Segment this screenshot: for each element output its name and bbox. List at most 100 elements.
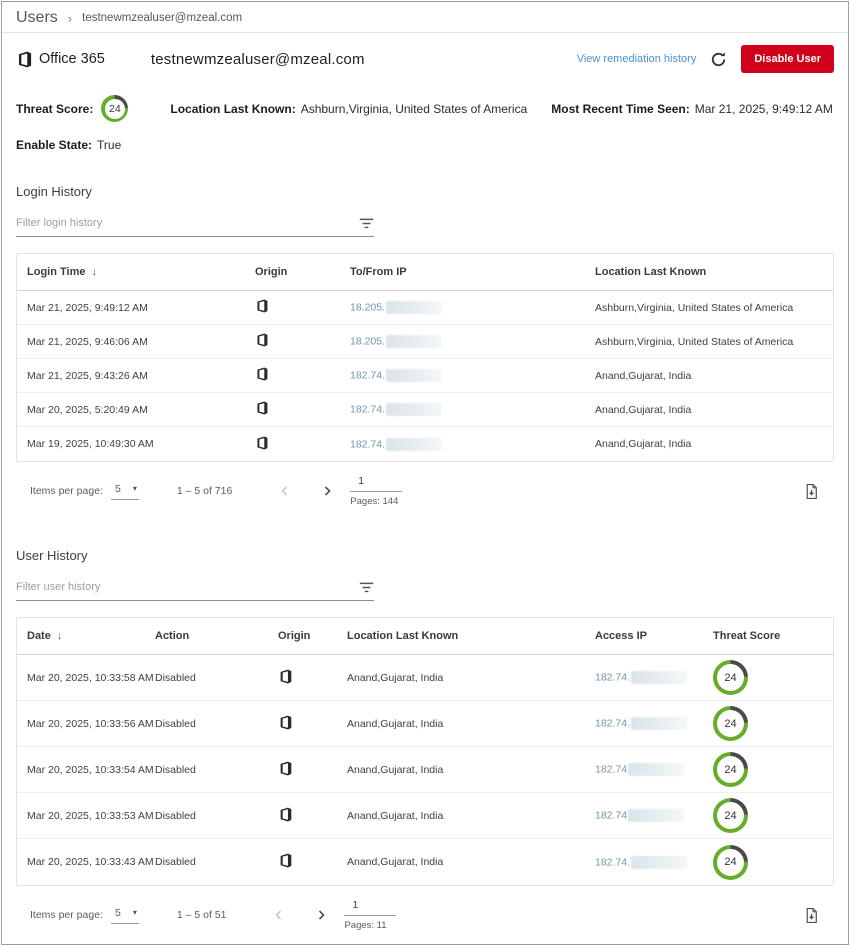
refresh-button[interactable] [710, 51, 727, 68]
export-button[interactable] [803, 483, 820, 500]
login-time: Mar 20, 2025, 5:20:49 AM [17, 404, 255, 416]
user-history-table: Date ↓ Action Origin Location Last Known… [16, 617, 834, 886]
ip-link[interactable]: 18.205. [350, 335, 385, 347]
pagination-range: 1 – 5 of 51 [177, 909, 227, 921]
breadcrumb-users-link[interactable]: Users [16, 9, 58, 27]
user-history-row: Mar 20, 2025, 10:33:43 AM Disabled Anand… [17, 839, 833, 885]
ip-link[interactable]: 182.74 [595, 763, 627, 775]
threat-score-ring: 24 [713, 660, 748, 695]
threat-score-label: Threat Score: [16, 102, 93, 116]
items-per-page-select[interactable]: 5 ▾ [111, 483, 139, 500]
event-date: Mar 20, 2025, 10:33:58 AM [17, 672, 155, 684]
enable-state-group: Enable State: True [16, 138, 834, 152]
login-time: Mar 21, 2025, 9:49:12 AM [17, 302, 255, 314]
filter-icon[interactable] [359, 218, 374, 229]
event-location: Anand,Gujarat, India [347, 810, 595, 822]
ip-link[interactable]: 182.74. [350, 403, 385, 415]
ip-link[interactable]: 182.74. [350, 438, 385, 450]
items-per-page-select[interactable]: 5 ▾ [111, 907, 139, 924]
threat-score-value: 24 [717, 664, 744, 691]
next-page-button[interactable] [312, 906, 330, 924]
office365-icon [255, 299, 269, 313]
col-login-time[interactable]: Login Time [27, 266, 85, 278]
ip-link[interactable]: 182.74. [595, 856, 630, 868]
login-location: Anand,Gujarat, India [595, 370, 833, 382]
col-threat-score: Threat Score [713, 630, 833, 642]
office365-icon [278, 715, 293, 730]
login-history-header-row: Login Time ↓ Origin To/From IP Location … [17, 254, 833, 291]
redacted-ip [628, 763, 684, 776]
ip-link[interactable]: 182.74. [595, 671, 630, 683]
col-action: Action [155, 630, 278, 642]
export-file-icon [803, 483, 820, 500]
event-date: Mar 20, 2025, 10:33:54 AM [17, 764, 155, 776]
event-location: Anand,Gujarat, India [347, 764, 595, 776]
col-access-ip: Access IP [595, 630, 713, 642]
login-row: Mar 20, 2025, 5:20:49 AM 182.74. Anand,G… [17, 393, 833, 427]
login-location: Anand,Gujarat, India [595, 404, 833, 416]
items-per-page-value: 5 [115, 483, 121, 495]
user-history-row: Mar 20, 2025, 10:33:56 AM Disabled Anand… [17, 701, 833, 747]
ip-link[interactable]: 182.74. [350, 369, 385, 381]
pages-count: Pages: 11 [344, 920, 396, 931]
office365-icon [255, 401, 269, 415]
ip-link[interactable]: 18.205. [350, 301, 385, 313]
login-history-title: Login History [16, 184, 834, 199]
login-time: Mar 19, 2025, 10:49:30 AM [17, 438, 255, 450]
user-history-filter-input[interactable] [16, 581, 359, 593]
export-button[interactable] [803, 907, 820, 924]
office365-icon [278, 807, 293, 822]
user-history-title: User History [16, 548, 834, 563]
user-history-row: Mar 20, 2025, 10:33:58 AM Disabled Anand… [17, 655, 833, 701]
login-row: Mar 21, 2025, 9:43:26 AM 182.74. Anand,G… [17, 359, 833, 393]
threat-score-value: 24 [717, 710, 744, 737]
col-to-from-ip: To/From IP [350, 266, 595, 278]
current-page-input[interactable]: 1 [344, 899, 396, 916]
login-row: Mar 21, 2025, 9:49:12 AM 18.205. Ashburn… [17, 291, 833, 325]
redacted-ip [631, 717, 687, 730]
col-origin: Origin [255, 266, 350, 278]
threat-score-value: 24 [717, 756, 744, 783]
disable-user-button[interactable]: Disable User [741, 45, 834, 73]
prev-page-button[interactable] [270, 906, 288, 924]
event-action: Disabled [155, 718, 278, 730]
location-group: Location Last Known: Ashburn,Virginia, U… [170, 102, 527, 116]
login-history-filter-input[interactable] [16, 217, 359, 229]
col-date[interactable]: Date [27, 630, 51, 642]
event-location: Anand,Gujarat, India [347, 856, 595, 868]
col-location-last-known: Location Last Known [347, 630, 595, 642]
redacted-ip [386, 335, 442, 348]
prev-page-button[interactable] [276, 482, 294, 500]
chevron-left-icon [272, 908, 286, 922]
platform-badge: Office 365 [16, 51, 105, 68]
user-history-row: Mar 20, 2025, 10:33:54 AM Disabled Anand… [17, 747, 833, 793]
sort-desc-icon[interactable]: ↓ [91, 266, 97, 278]
login-row: Mar 19, 2025, 10:49:30 AM 182.74. Anand,… [17, 427, 833, 461]
event-action: Disabled [155, 672, 278, 684]
threat-score-ring: 24 [101, 95, 128, 122]
login-location: Anand,Gujarat, India [595, 438, 833, 450]
office365-icon [255, 436, 269, 450]
redacted-ip [386, 438, 442, 451]
office365-icon [278, 853, 293, 868]
view-remediation-history-link[interactable]: View remediation history [577, 53, 697, 65]
chevron-right-icon [314, 908, 328, 922]
items-per-page-value: 5 [115, 907, 121, 919]
recent-time-label: Most Recent Time Seen: [551, 102, 689, 116]
page-title-email: testnewmzealuser@mzeal.com [151, 51, 365, 68]
chevron-left-icon [278, 484, 292, 498]
location-value: Ashburn,Virginia, United States of Ameri… [301, 102, 528, 116]
event-action: Disabled [155, 810, 278, 822]
chevron-down-icon: ▾ [133, 908, 137, 917]
threat-score-ring: 24 [713, 798, 748, 833]
export-file-icon [803, 907, 820, 924]
login-time: Mar 21, 2025, 9:46:06 AM [17, 336, 255, 348]
login-time: Mar 21, 2025, 9:43:26 AM [17, 370, 255, 382]
sort-desc-icon[interactable]: ↓ [57, 630, 63, 642]
current-page-input[interactable]: 1 [350, 475, 402, 492]
filter-icon[interactable] [359, 582, 374, 593]
next-page-button[interactable] [318, 482, 336, 500]
redacted-ip [631, 671, 687, 684]
ip-link[interactable]: 182.74. [595, 717, 630, 729]
ip-link[interactable]: 182.74 [595, 809, 627, 821]
